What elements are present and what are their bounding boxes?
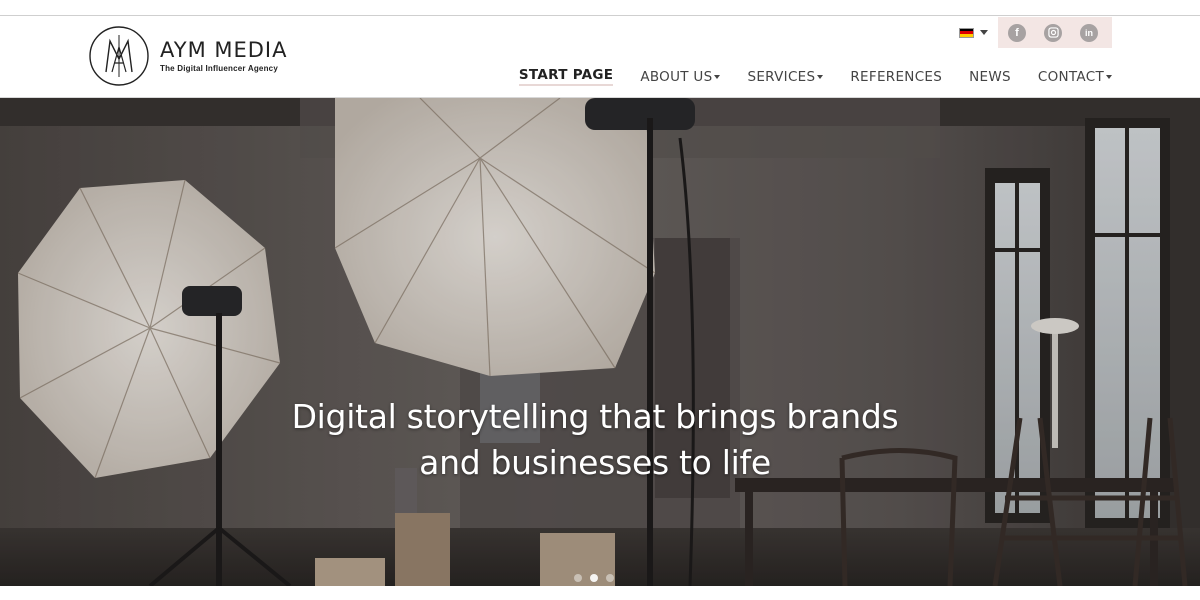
hero-headline-line-2: and businesses to life	[419, 443, 771, 482]
nav-label: REFERENCES	[850, 68, 943, 85]
german-flag-icon	[959, 27, 974, 38]
page-bottom-edge	[0, 586, 1200, 600]
hero-slider[interactable]: Digital storytelling that brings brands …	[0, 98, 1200, 586]
brand-tagline: The Digital Influencer Agency	[160, 64, 278, 73]
chevron-down-icon	[980, 30, 988, 35]
instagram-icon[interactable]	[1044, 23, 1062, 42]
nav-about-us[interactable]: ABOUT US	[640, 68, 721, 85]
nav-label: CONTACT	[1037, 68, 1104, 85]
slider-pagination	[574, 574, 622, 582]
hero-headline: Digital storytelling that brings brands …	[0, 394, 1190, 486]
social-links: f in	[998, 17, 1112, 48]
flag-stripe-gold	[960, 33, 973, 37]
aym-logo-mark-icon	[89, 26, 149, 86]
nav-start-page[interactable]: START PAGE	[518, 67, 614, 86]
chevron-down-icon	[817, 74, 824, 79]
nav-contact[interactable]: CONTACT	[1038, 69, 1112, 85]
facebook-icon[interactable]: f	[1008, 23, 1026, 42]
slider-dot-active[interactable]	[590, 574, 598, 582]
chevron-down-icon	[1106, 74, 1112, 79]
brand-name: AYM MEDIA	[160, 38, 288, 62]
nav-label: START PAGE	[518, 67, 614, 83]
nav-label: NEWS	[969, 68, 1011, 85]
nav-services[interactable]: SERVICES	[747, 68, 824, 85]
site-header: AYM MEDIA The Digital Influencer Agency …	[0, 17, 1200, 98]
instagram-glyph-icon	[1047, 27, 1059, 38]
utility-bar: f in	[959, 17, 1112, 48]
slider-dot[interactable]	[574, 574, 582, 582]
nav-news[interactable]: NEWS	[969, 69, 1011, 85]
slider-dot[interactable]	[606, 574, 614, 582]
hero-headline-line-1: Digital storytelling that brings brands	[291, 397, 899, 436]
photo-studio-background-image	[0, 98, 1200, 586]
language-selector[interactable]	[959, 27, 988, 38]
nav-label: ABOUT US	[640, 68, 713, 85]
site-logo[interactable]: AYM MEDIA The Digital Influencer Agency	[88, 25, 287, 87]
browser-top-edge	[0, 0, 1200, 16]
linkedin-icon[interactable]: in	[1080, 23, 1098, 42]
main-navigation: START PAGE ABOUT US SERVICES REFERENCES …	[518, 67, 1112, 86]
chevron-down-icon	[714, 74, 721, 79]
nav-references[interactable]: REFERENCES	[850, 69, 942, 85]
nav-label: SERVICES	[747, 68, 816, 85]
